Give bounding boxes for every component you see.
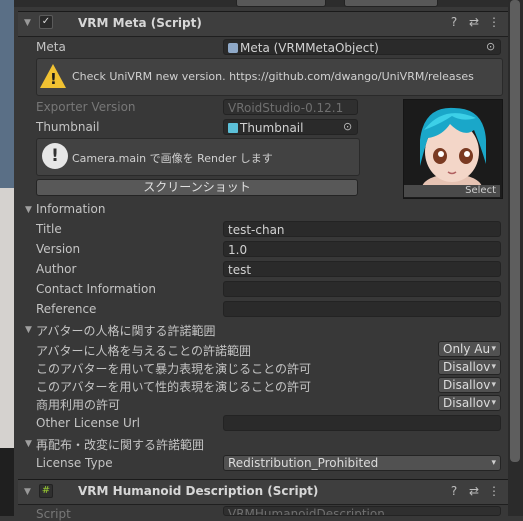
other-license-url-field[interactable] [223,415,501,431]
scene-view-edge [0,0,14,516]
avatar-thumbnail-image [404,100,500,202]
warning-mark: ! [50,70,57,88]
humanoid-script-label: Script [36,507,71,521]
license-type-dropdown[interactable]: Redistribution_Prohibited ▾ [223,455,501,471]
meta-object-value: Meta (VRMMetaObject) [240,41,379,55]
asset-icon [228,43,238,53]
commercial-usage-value: Disallov [443,396,491,410]
version-field[interactable]: 1.0 [223,241,501,257]
author-label: Author [36,262,77,276]
violent-usage-value: Disallov [443,360,491,374]
reference-field[interactable] [223,301,501,317]
avatar-permission-foldout-icon[interactable]: ▼ [25,325,32,335]
previous-component-button[interactable] [236,0,326,7]
violent-usage-label: このアバターを用いて暴力表現を演じることの許可 [36,362,312,376]
thumbnail-value: Thumbnail [240,121,304,135]
license-type-label: License Type [36,456,113,470]
dropdown-arrow-icon: ▾ [491,398,496,408]
allowed-user-value: Only Au [443,342,491,356]
object-picker-icon[interactable]: ⊙ [486,40,495,53]
dropdown-arrow-icon: ▾ [491,362,496,372]
violent-usage-dropdown[interactable]: Disallov ▾ [438,359,501,375]
sexual-usage-label: このアバターを用いて性的表現を演じることの許可 [36,380,312,394]
humanoid-script-icon: # [39,484,53,498]
sexual-usage-value: Disallov [443,378,491,392]
screenshot-button[interactable]: スクリーンショット [36,179,358,196]
version-label: Version [36,242,81,256]
humanoid-more-options-icon[interactable]: ⋮ [487,484,501,498]
scrollbar-thumb[interactable] [510,0,520,462]
other-license-url-label: Other License Url [36,416,140,430]
warning-text: Check UniVRM new version. https://github… [72,70,474,83]
info-icon: ! [42,143,68,169]
information-foldout[interactable]: Information [36,202,105,216]
render-info-text: Camera.main で画像を Render します [72,152,273,165]
dropdown-arrow-icon: ▾ [491,380,496,390]
redistribution-foldout-icon[interactable]: ▼ [25,439,32,449]
contact-information-field[interactable] [223,281,501,297]
previous-component-button-2[interactable] [344,0,438,7]
redistribution-foldout[interactable]: 再配布・改変に関する許諾範囲 [36,436,204,453]
humanoid-foldout-arrow-icon[interactable]: ▼ [24,487,31,497]
humanoid-component-title: VRM Humanoid Description (Script) [78,484,319,498]
previous-component-bottom [14,0,508,7]
thumbnail-field[interactable]: Thumbnail [223,119,358,135]
commercial-usage-label: 商用利用の許可 [36,398,121,412]
help-icon[interactable]: ? [447,15,461,29]
meta-label: Meta [36,40,66,54]
exporter-version-label: Exporter Version [36,100,136,114]
thumbnail-preview[interactable] [403,99,503,202]
title-label: Title [36,222,62,236]
allowed-user-label: アバターに人格を与えることの許諾範囲 [36,344,252,358]
humanoid-settings-icon[interactable]: ⇄ [467,484,481,498]
commercial-usage-dropdown[interactable]: Disallov ▾ [438,395,501,411]
thumbnail-picker-icon[interactable]: ⊙ [343,120,352,133]
information-foldout-icon[interactable]: ▼ [25,205,32,215]
author-field[interactable]: test [223,261,501,277]
more-options-icon[interactable]: ⋮ [487,15,501,29]
humanoid-script-field: VRMHumanoidDescription [223,506,501,516]
texture-icon [228,123,238,133]
contact-information-label: Contact Information [36,282,156,296]
component-title: VRM Meta (Script) [78,16,202,30]
title-field[interactable]: test-chan [223,221,501,237]
settings-icon[interactable]: ⇄ [467,15,481,29]
exporter-version-field: VRoidStudio-0.12.1 [223,99,358,115]
sexual-usage-dropdown[interactable]: Disallov ▾ [438,377,501,393]
allowed-user-dropdown[interactable]: Only Au ▾ [438,341,501,357]
dropdown-arrow-icon: ▾ [491,458,496,468]
meta-object-field[interactable]: Meta (VRMMetaObject) [223,39,501,55]
humanoid-help-icon[interactable]: ? [447,484,461,498]
avatar-permission-foldout[interactable]: アバターの人格に関する許諾範囲 [36,322,216,339]
license-type-value: Redistribution_Prohibited [228,456,379,470]
reference-label: Reference [36,302,97,316]
thumbnail-label: Thumbnail [36,120,100,134]
thumbnail-select-tag[interactable]: Select [404,185,500,197]
dropdown-arrow-icon: ▾ [491,344,496,354]
foldout-arrow-icon[interactable]: ▼ [24,18,31,28]
